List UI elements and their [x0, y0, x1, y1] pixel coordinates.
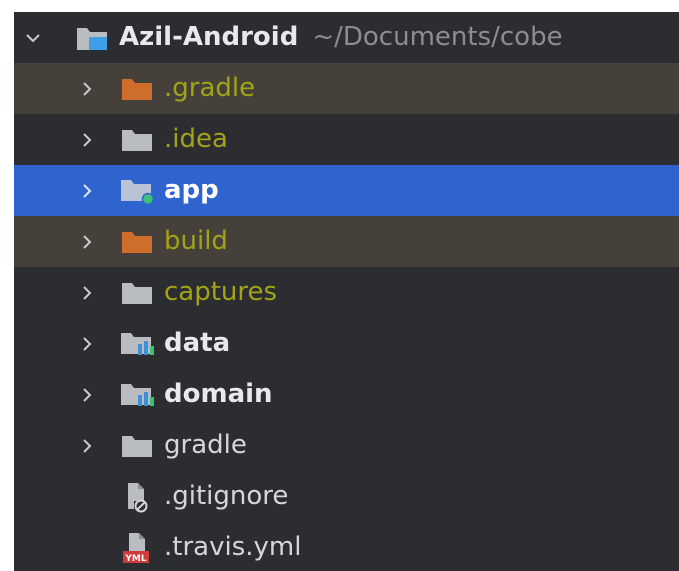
chevron-down-icon[interactable]	[20, 12, 46, 63]
tree-item-label: app	[164, 175, 219, 205]
tree-item-gradle-cache[interactable]: .gradle	[14, 63, 679, 114]
tree-item-label: build	[164, 226, 228, 256]
module-folder-icon	[116, 165, 158, 216]
tree-item-app[interactable]: app	[14, 165, 679, 216]
excluded-folder-icon	[116, 63, 158, 114]
folder-icon	[116, 267, 158, 318]
project-folder-icon	[71, 12, 113, 63]
chevron-right-icon[interactable]	[74, 267, 100, 318]
tree-item-label: .gitignore	[164, 481, 289, 511]
tree-item-label: captures	[164, 277, 278, 307]
library-module-icon	[116, 318, 158, 369]
library-module-icon	[116, 369, 158, 420]
tree-item-label: data	[164, 328, 231, 358]
project-name: Azil-Android	[119, 22, 299, 52]
project-root-label: Azil-Android ~/Documents/cobe	[119, 12, 563, 63]
tree-item-data[interactable]: data	[14, 318, 679, 369]
project-tree: Azil-Android ~/Documents/cobe .gradle .id…	[14, 12, 679, 571]
tree-item-idea[interactable]: .idea	[14, 114, 679, 165]
tree-item-gradle[interactable]: gradle	[14, 420, 679, 471]
excluded-folder-icon	[116, 216, 158, 267]
chevron-right-icon[interactable]	[74, 63, 100, 114]
tree-item-label: gradle	[164, 430, 247, 460]
tree-item-build[interactable]: build	[14, 216, 679, 267]
tree-item-label: domain	[164, 379, 273, 409]
folder-icon	[116, 420, 158, 471]
gitignore-file-icon	[116, 471, 158, 522]
chevron-right-icon[interactable]	[74, 216, 100, 267]
folder-icon	[116, 114, 158, 165]
tree-item-label: .travis.yml	[164, 532, 302, 562]
chevron-right-icon[interactable]	[74, 165, 100, 216]
tree-root-row[interactable]: Azil-Android ~/Documents/cobe	[14, 12, 679, 63]
tree-item-travis-yml[interactable]: YML .travis.yml	[14, 522, 679, 571]
project-path: ~/Documents/cobe	[312, 22, 563, 52]
tree-item-domain[interactable]: domain	[14, 369, 679, 420]
tree-item-label: .idea	[164, 124, 228, 154]
yaml-badge: YML	[124, 554, 146, 564]
chevron-right-icon[interactable]	[74, 420, 100, 471]
yaml-file-icon: YML	[116, 522, 158, 571]
chevron-right-icon[interactable]	[74, 114, 100, 165]
chevron-right-icon[interactable]	[74, 369, 100, 420]
tree-item-captures[interactable]: captures	[14, 267, 679, 318]
tree-item-label: .gradle	[164, 73, 256, 103]
chevron-right-icon[interactable]	[74, 318, 100, 369]
tree-item-gitignore[interactable]: .gitignore	[14, 471, 679, 522]
